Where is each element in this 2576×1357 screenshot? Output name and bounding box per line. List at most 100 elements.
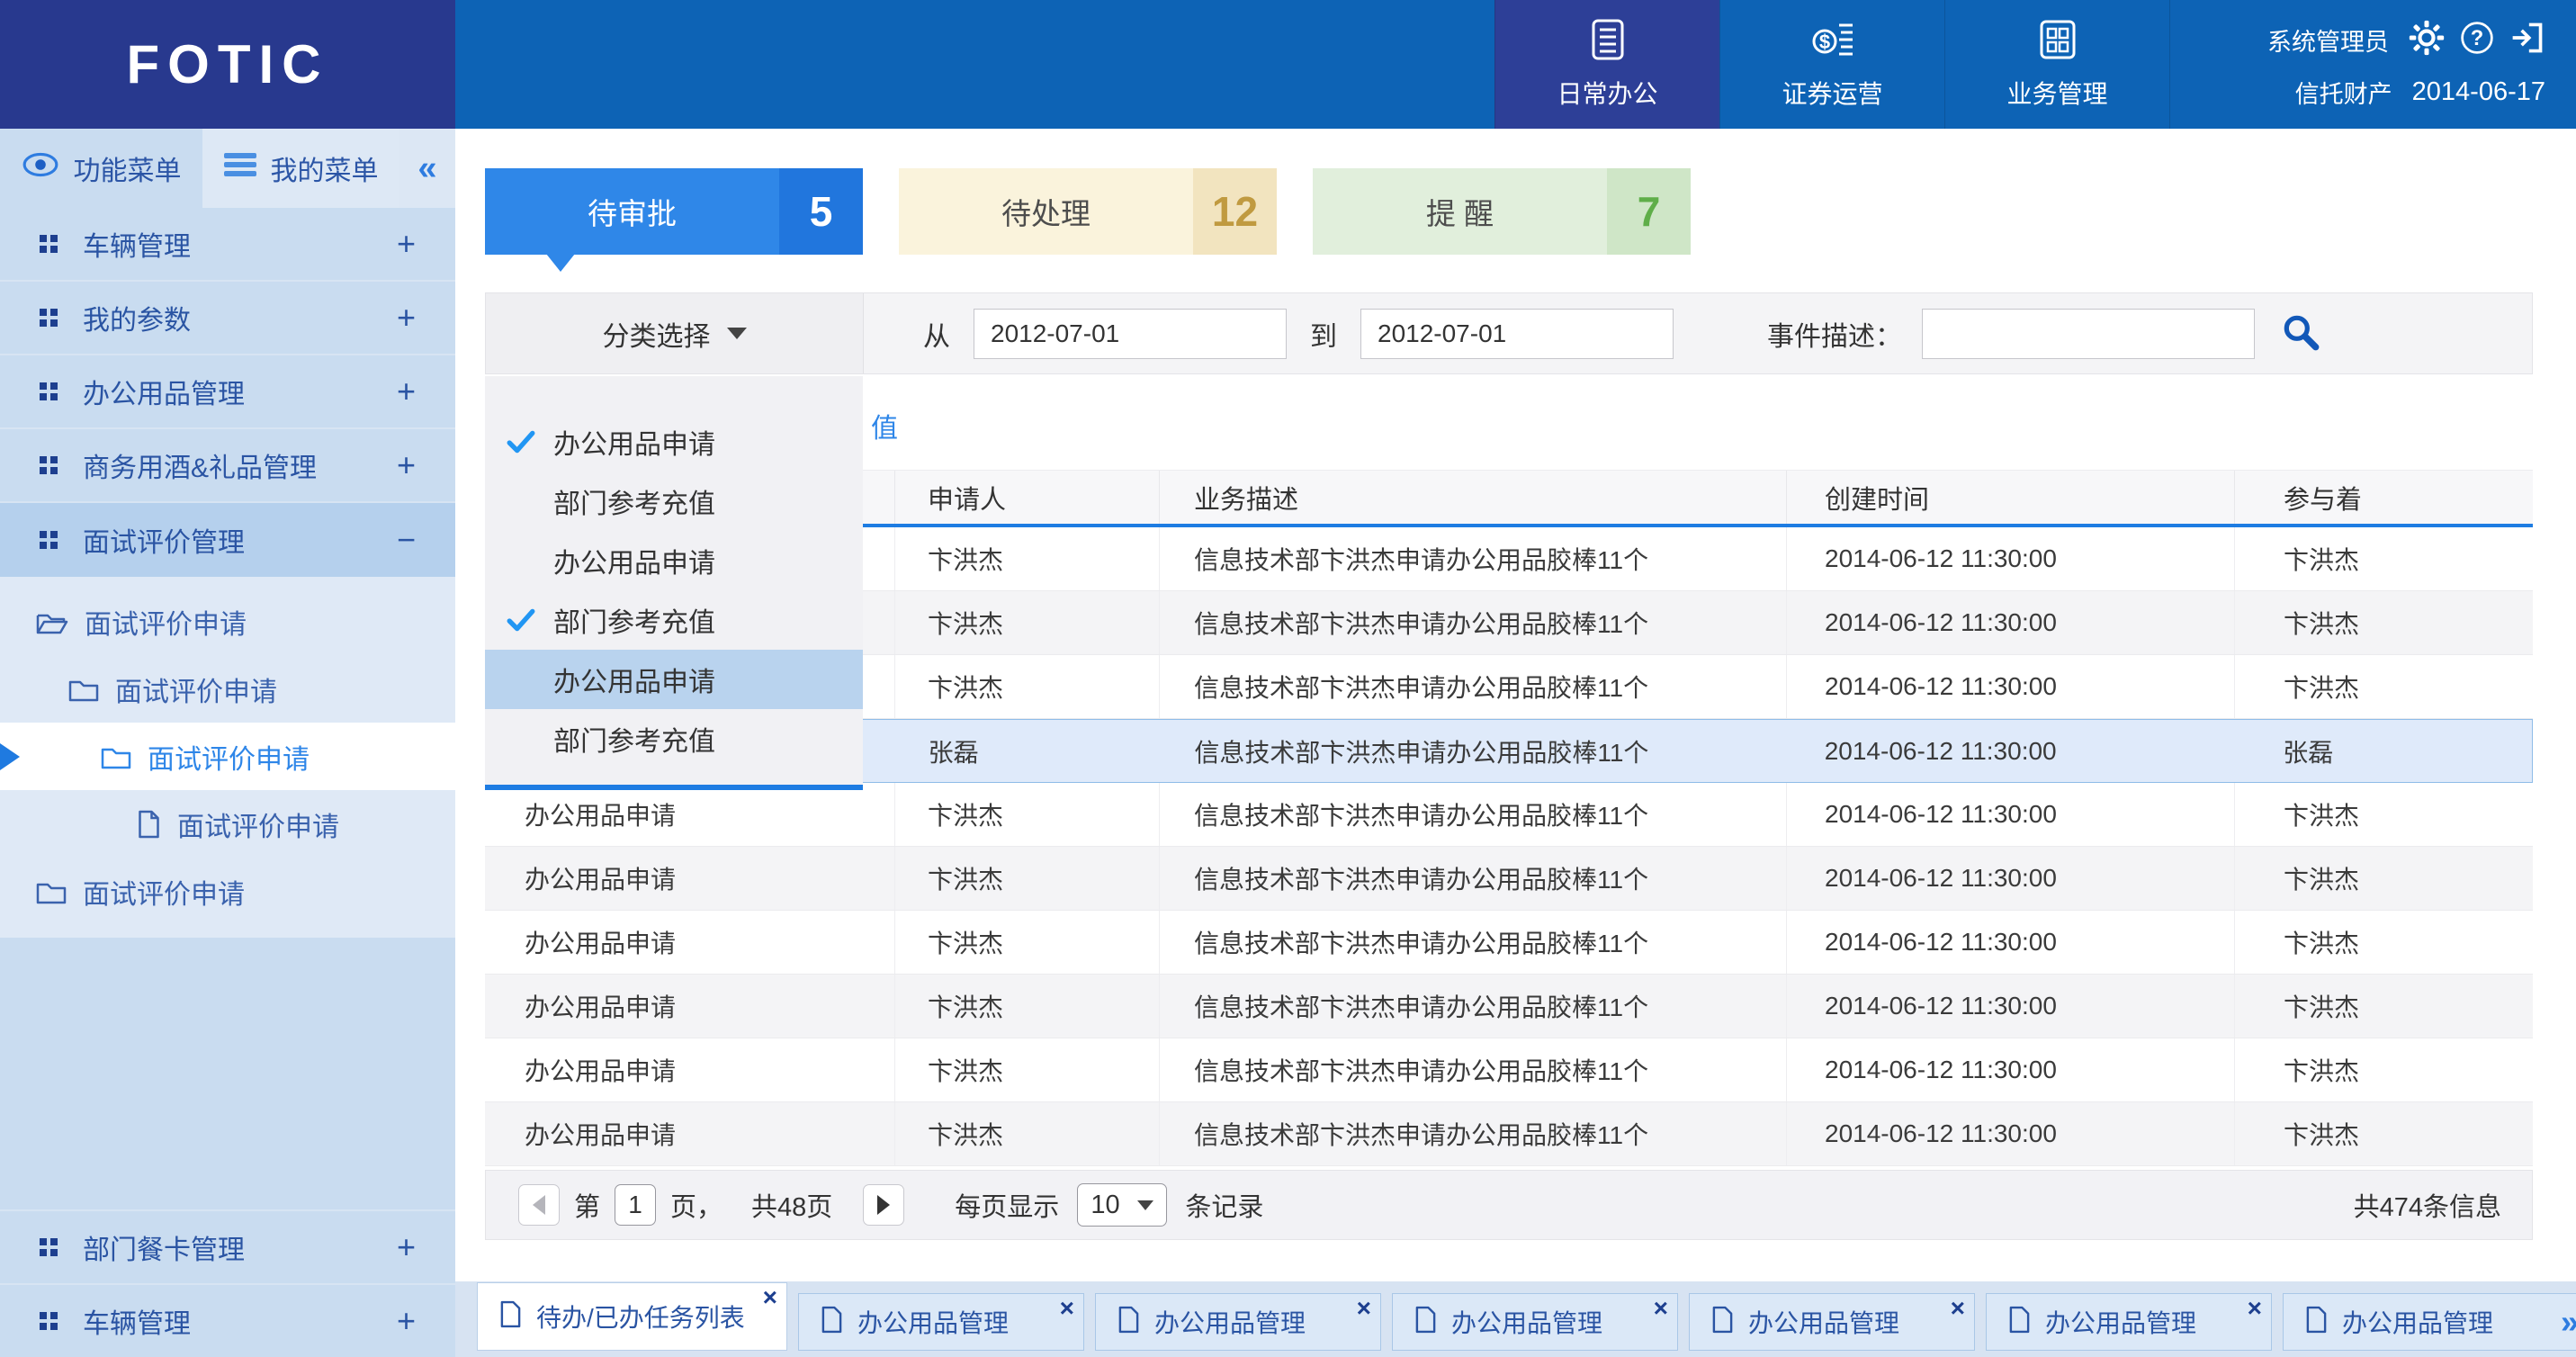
sidebar-item-vehicle-mgmt-2[interactable]: 车辆管理 +	[0, 1283, 455, 1357]
dropdown-item[interactable]: 办公用品申请	[485, 531, 863, 590]
bottom-tab-office-supplies[interactable]: 办公用品管理 ×	[1986, 1293, 2272, 1351]
tab-pending-process[interactable]: 待处理 12	[899, 168, 1277, 255]
dropdown-item[interactable]: 办公用品申请	[485, 412, 863, 472]
prev-page-button[interactable]	[518, 1184, 560, 1226]
expand-plus-icon[interactable]: +	[397, 446, 416, 484]
pending-approval-count: 5	[779, 168, 863, 255]
date-from-input[interactable]	[974, 309, 1287, 359]
double-chevron-left-icon: «	[417, 149, 436, 188]
total-info: 共474条信息	[2354, 1186, 2501, 1224]
tab-my-menu[interactable]: 我的菜单	[202, 129, 399, 208]
sidebar-item-my-params[interactable]: 我的参数 +	[0, 282, 455, 355]
tree-item-interview-request[interactable]: 面试评价申请	[0, 655, 455, 723]
records-label: 条记录	[1185, 1186, 1263, 1224]
current-date: 2014-06-17	[2412, 77, 2545, 107]
col-description: 业务描述	[1159, 471, 1786, 524]
document-icon	[821, 1306, 843, 1338]
module-tab-daily-office[interactable]: 日常办公	[1494, 0, 1719, 129]
tab-function-menu[interactable]: 功能菜单	[0, 129, 202, 208]
folder-icon	[68, 676, 99, 703]
sidebar-collapse-button[interactable]: «	[399, 129, 455, 208]
grid-dots-icon	[40, 1312, 47, 1319]
check-icon	[507, 607, 535, 633]
partial-link-text[interactable]: 值	[871, 406, 898, 445]
svg-text:?: ?	[2471, 27, 2483, 50]
tree-item-interview-request[interactable]: 面试评价申请	[0, 588, 455, 655]
date-to-input[interactable]	[1360, 309, 1674, 359]
reminder-count: 7	[1607, 168, 1691, 255]
tab-pending-approval[interactable]: 待审批 5	[485, 168, 863, 255]
document-icon	[499, 1300, 522, 1333]
gear-icon[interactable]	[2409, 20, 2445, 60]
table-row[interactable]: 办公用品申请 卞洪杰 信息技术部卞洪杰申请办公用品胶棒11个 2014-06-1…	[485, 847, 2533, 911]
logo-block: FOTIC	[0, 0, 455, 129]
tab-reminder[interactable]: 提 醒 7	[1313, 168, 1691, 255]
collapse-minus-icon[interactable]: −	[397, 521, 416, 559]
event-desc-input[interactable]	[1922, 309, 2255, 359]
bottom-tab-office-supplies[interactable]: 办公用品管理 »	[2283, 1293, 2576, 1351]
sidebar-item-interview-eval[interactable]: 面试评价管理 −	[0, 503, 455, 577]
eye-icon	[22, 151, 59, 185]
expand-plus-icon[interactable]: +	[397, 1302, 416, 1340]
module-tab-label: 日常办公	[1557, 75, 1657, 111]
close-icon[interactable]: ×	[2248, 1296, 2262, 1321]
folder-open-icon	[36, 608, 68, 635]
next-page-button[interactable]	[863, 1184, 904, 1226]
table-row[interactable]: 办公用品申请 卞洪杰 信息技术部卞洪杰申请办公用品胶棒11个 2014-06-1…	[485, 911, 2533, 975]
svg-text:$: $	[1818, 31, 1829, 53]
tree-item-interview-request[interactable]: 面试评价申请	[0, 790, 455, 858]
sidebar: 功能菜单 我的菜单 « 车辆管理 + 我的参数 +	[0, 129, 455, 1357]
expand-plus-icon[interactable]: +	[397, 299, 416, 337]
category-select[interactable]: 分类选择	[486, 293, 864, 373]
grid-dots-icon	[40, 456, 47, 463]
close-icon[interactable]: ×	[1357, 1296, 1371, 1321]
module-tab-business[interactable]: 业务管理	[1944, 0, 2169, 129]
close-icon[interactable]: ×	[1951, 1296, 1965, 1321]
col-created: 创建时间	[1786, 471, 2234, 524]
tree-item-interview-request[interactable]: 面试评价申请	[0, 858, 455, 925]
logout-icon[interactable]	[2509, 20, 2545, 60]
folder-icon	[101, 743, 131, 770]
sidebar-item-wine-gifts[interactable]: 商务用酒&礼品管理 +	[0, 429, 455, 503]
close-icon[interactable]: ×	[763, 1285, 777, 1310]
per-page-select[interactable]: 10	[1077, 1183, 1167, 1227]
close-icon[interactable]: ×	[1654, 1296, 1668, 1321]
dropdown-item[interactable]: 部门参考充值	[485, 709, 863, 768]
bottom-tab-office-supplies[interactable]: 办公用品管理 ×	[798, 1293, 1084, 1351]
dropdown-item[interactable]: 部门参考充值	[485, 472, 863, 531]
bottom-tab-office-supplies[interactable]: 办公用品管理 ×	[1689, 1293, 1975, 1351]
close-icon[interactable]: ×	[1060, 1296, 1074, 1321]
module-tab-label: 业务管理	[2006, 75, 2107, 111]
user-org: 信托财产	[2295, 75, 2392, 110]
sidebar-item-office-supplies[interactable]: 办公用品管理 +	[0, 355, 455, 429]
to-label: 到	[1310, 314, 1337, 354]
sidebar-item-meal-card[interactable]: 部门餐卡管理 +	[0, 1209, 455, 1283]
more-tabs-chevron[interactable]: »	[2561, 1303, 2576, 1341]
expand-plus-icon[interactable]: +	[397, 1228, 416, 1266]
page-number-input[interactable]: 1	[615, 1184, 656, 1226]
dropdown-item[interactable]: 部门参考充值	[485, 590, 863, 650]
table-row[interactable]: 办公用品申请 卞洪杰 信息技术部卞洪杰申请办公用品胶棒11个 2014-06-1…	[485, 1102, 2533, 1166]
page-prefix: 第	[574, 1186, 600, 1224]
tree-item-interview-request-active[interactable]: 面试评价申请	[0, 723, 455, 790]
dropdown-item-highlighted[interactable]: 办公用品申请	[485, 650, 863, 709]
fotic-logo: FOTIC	[127, 33, 329, 95]
event-desc-label: 事件描述：	[1767, 314, 1902, 354]
bottom-tab-task-list[interactable]: 待办/已办任务列表 ×	[477, 1282, 787, 1351]
expand-plus-icon[interactable]: +	[397, 373, 416, 410]
top-header: FOTIC 日常办公 $ 证券运营 业务管理 系统管理员	[0, 0, 2576, 129]
expand-plus-icon[interactable]: +	[397, 225, 416, 263]
grid-dots-icon	[40, 1238, 47, 1245]
module-tab-securities[interactable]: $ 证券运营	[1719, 0, 1944, 129]
table-row[interactable]: 办公用品申请 卞洪杰 信息技术部卞洪杰申请办公用品胶棒11个 2014-06-1…	[485, 783, 2533, 847]
table-row[interactable]: 办公用品申请 卞洪杰 信息技术部卞洪杰申请办公用品胶棒11个 2014-06-1…	[485, 1038, 2533, 1102]
search-button[interactable]	[2280, 311, 2321, 355]
file-icon	[137, 810, 161, 839]
sidebar-item-vehicle-mgmt[interactable]: 车辆管理 +	[0, 208, 455, 282]
tab-my-menu-label: 我的菜单	[271, 148, 379, 188]
bottom-tab-office-supplies[interactable]: 办公用品管理 ×	[1392, 1293, 1678, 1351]
bottom-tab-office-supplies[interactable]: 办公用品管理 ×	[1095, 1293, 1381, 1351]
table-row[interactable]: 办公用品申请 卞洪杰 信息技术部卞洪杰申请办公用品胶棒11个 2014-06-1…	[485, 975, 2533, 1038]
help-icon[interactable]: ?	[2459, 20, 2495, 60]
arrow-right-icon	[877, 1195, 890, 1215]
